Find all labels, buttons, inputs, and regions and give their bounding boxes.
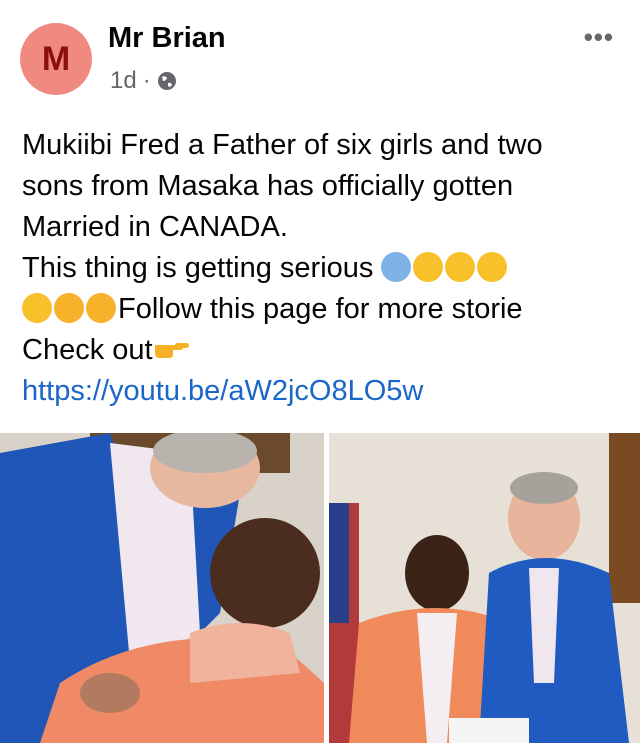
post-meta: 1d ·	[110, 67, 177, 95]
post-time[interactable]: 1d	[110, 67, 137, 95]
post-photo-right[interactable]	[329, 433, 640, 743]
post-text-line: Check out	[22, 334, 153, 366]
post-photo-left[interactable]	[0, 433, 324, 743]
post-text-line-emoji-row: Follow this page for more storie	[22, 289, 628, 330]
photo-right-image	[329, 433, 640, 743]
globe-icon	[157, 72, 176, 90]
laughing-face-icon	[477, 252, 508, 282]
laughing-face-icon	[413, 252, 444, 282]
more-options-icon[interactable]: •••	[584, 22, 614, 53]
pointing-hand-icon	[154, 343, 189, 358]
meta-separator: ·	[142, 67, 151, 94]
post-text-line: This thing is getting serious	[22, 252, 382, 284]
post-text-line: Follow this page for more storie	[118, 293, 523, 325]
post-header: M Mr Brian 1d · •••	[0, 0, 640, 110]
avatar-initial: M	[41, 39, 71, 78]
post-photos	[0, 433, 640, 743]
post-text-line-emoji-row: This thing is getting serious	[22, 248, 628, 289]
photo-left-image	[0, 433, 324, 743]
screaming-face-icon	[381, 252, 412, 282]
avatar[interactable]: M	[20, 23, 92, 95]
laughing-face-icon	[22, 293, 52, 323]
post-text-line-emoji-row: Check out	[22, 330, 628, 371]
laughing-face-icon	[445, 252, 476, 282]
post-text-line: Married in CANADA.	[22, 211, 288, 243]
crying-face-icon	[86, 293, 116, 323]
crying-face-icon	[54, 293, 84, 323]
post-text: Mukiibi Fred a Father of six girls and t…	[22, 125, 628, 412]
author-name[interactable]: Mr Brian	[108, 22, 226, 55]
post-text-line: sons from Masaka has officially gotten	[22, 170, 514, 202]
youtube-link[interactable]: https://youtu.be/aW2jcO8LO5w	[22, 371, 628, 412]
post-text-line: Mukiibi Fred a Father of six girls and t…	[22, 129, 543, 161]
